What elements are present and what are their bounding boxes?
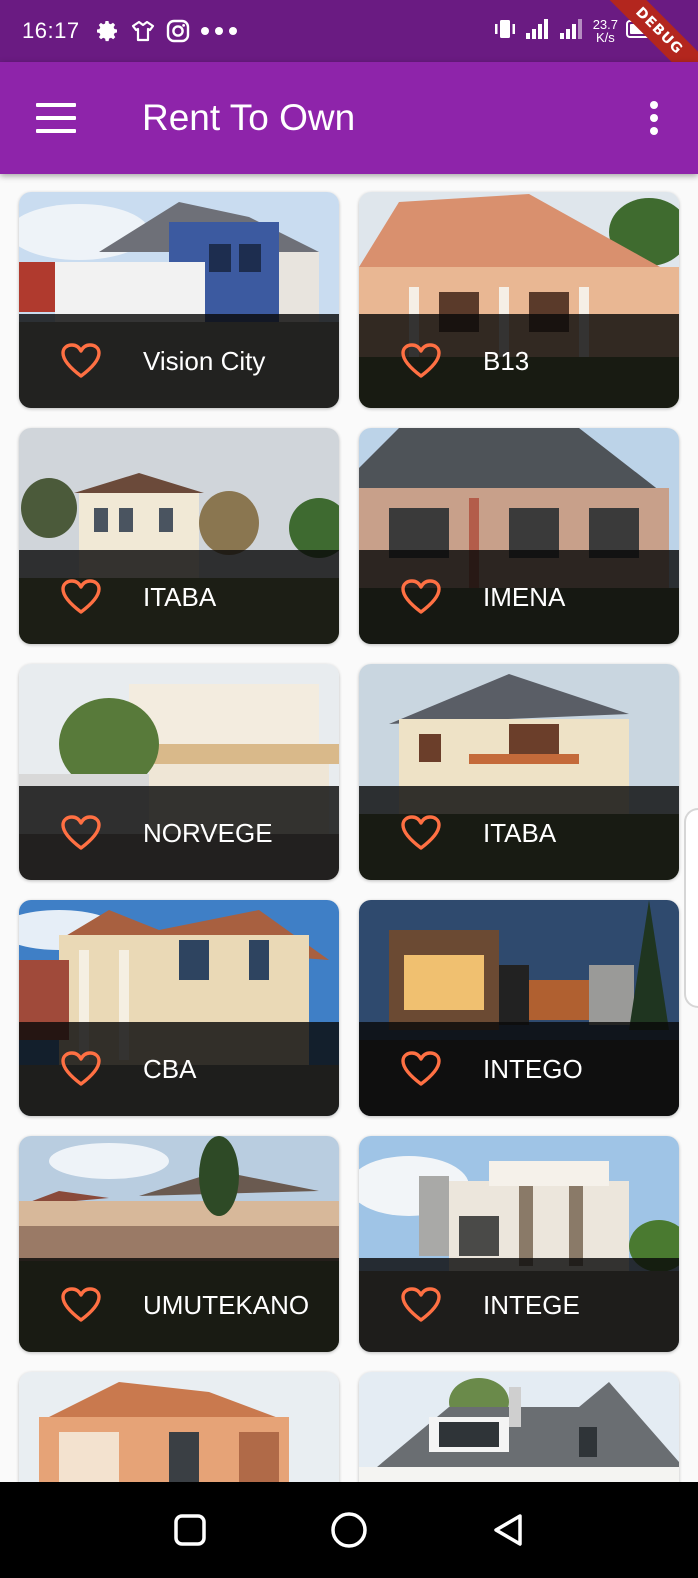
property-card[interactable]: NORVEGE: [19, 664, 339, 880]
card-caption-bar: CBA: [19, 1022, 339, 1116]
property-grid: Vision City B13 ITABA IMENA NORVEGE ITAB…: [19, 192, 679, 1578]
system-navigation-bar: [0, 1482, 698, 1578]
favorite-heart-icon[interactable]: [61, 815, 101, 851]
property-name: UMUTEKANO: [143, 1289, 310, 1320]
status-bar: 16:17 23.7 K/s DEBUG: [0, 0, 698, 62]
property-name: INTEGE: [483, 1289, 580, 1320]
property-name: CBA: [143, 1053, 197, 1084]
home-icon[interactable]: [319, 1500, 379, 1560]
property-card[interactable]: IMENA: [359, 428, 679, 644]
property-card[interactable]: Vision City: [19, 192, 339, 408]
card-caption-bar: NORVEGE: [19, 786, 339, 880]
back-icon[interactable]: [478, 1500, 538, 1560]
tshirt-icon: [130, 19, 156, 43]
card-caption-bar: Vision City: [19, 314, 339, 408]
property-card[interactable]: CBA: [19, 900, 339, 1116]
property-card[interactable]: INTEGE: [359, 1136, 679, 1352]
favorite-heart-icon[interactable]: [401, 343, 441, 379]
card-caption-bar: ITABA: [19, 550, 339, 644]
card-caption-bar: INTEGE: [359, 1258, 679, 1352]
property-card[interactable]: ITABA: [19, 428, 339, 644]
more-vert-icon[interactable]: [650, 101, 658, 135]
favorite-heart-icon[interactable]: [401, 1287, 441, 1323]
app-bar: Rent To Own: [0, 62, 698, 174]
instagram-icon: [166, 19, 190, 43]
signal-icon: [559, 18, 585, 45]
favorite-heart-icon[interactable]: [401, 1051, 441, 1087]
card-caption-bar: IMENA: [359, 550, 679, 644]
favorite-heart-icon[interactable]: [61, 579, 101, 615]
property-name: B13: [483, 345, 530, 376]
favorite-heart-icon[interactable]: [401, 579, 441, 615]
card-caption-bar: ITABA: [359, 786, 679, 880]
favorite-heart-icon[interactable]: [61, 1051, 101, 1087]
menu-icon[interactable]: [36, 103, 76, 133]
property-name: NORVEGE: [143, 817, 273, 848]
property-name: Vision City: [143, 345, 266, 376]
card-caption-bar: B13: [359, 314, 679, 408]
signal-icon: [525, 18, 551, 45]
favorite-heart-icon[interactable]: [401, 815, 441, 851]
property-card[interactable]: B13: [359, 192, 679, 408]
scroll-indicator[interactable]: [684, 808, 698, 1008]
property-card[interactable]: ITABA: [359, 664, 679, 880]
vibrate-icon: [493, 17, 517, 46]
page-title: Rent To Own: [142, 97, 356, 138]
notification-icons: [96, 19, 238, 43]
property-card[interactable]: INTEGO: [359, 900, 679, 1116]
network-speed-unit: K/s: [595, 30, 615, 45]
property-card[interactable]: UMUTEKANO: [19, 1136, 339, 1352]
property-name: INTEGO: [483, 1053, 583, 1084]
card-caption-bar: INTEGO: [359, 1022, 679, 1116]
status-time: 16:17: [22, 18, 80, 43]
gear-icon: [96, 19, 120, 43]
network-speed: 23.7 K/s: [593, 18, 618, 44]
more-dots-icon: [200, 26, 238, 36]
card-caption-bar: UMUTEKANO: [19, 1258, 339, 1352]
property-name: ITABA: [143, 581, 217, 612]
favorite-heart-icon[interactable]: [61, 343, 101, 379]
property-name: ITABA: [483, 817, 557, 848]
favorite-heart-icon[interactable]: [61, 1287, 101, 1323]
property-name: IMENA: [483, 581, 566, 612]
recent-apps-icon[interactable]: [160, 1500, 220, 1560]
